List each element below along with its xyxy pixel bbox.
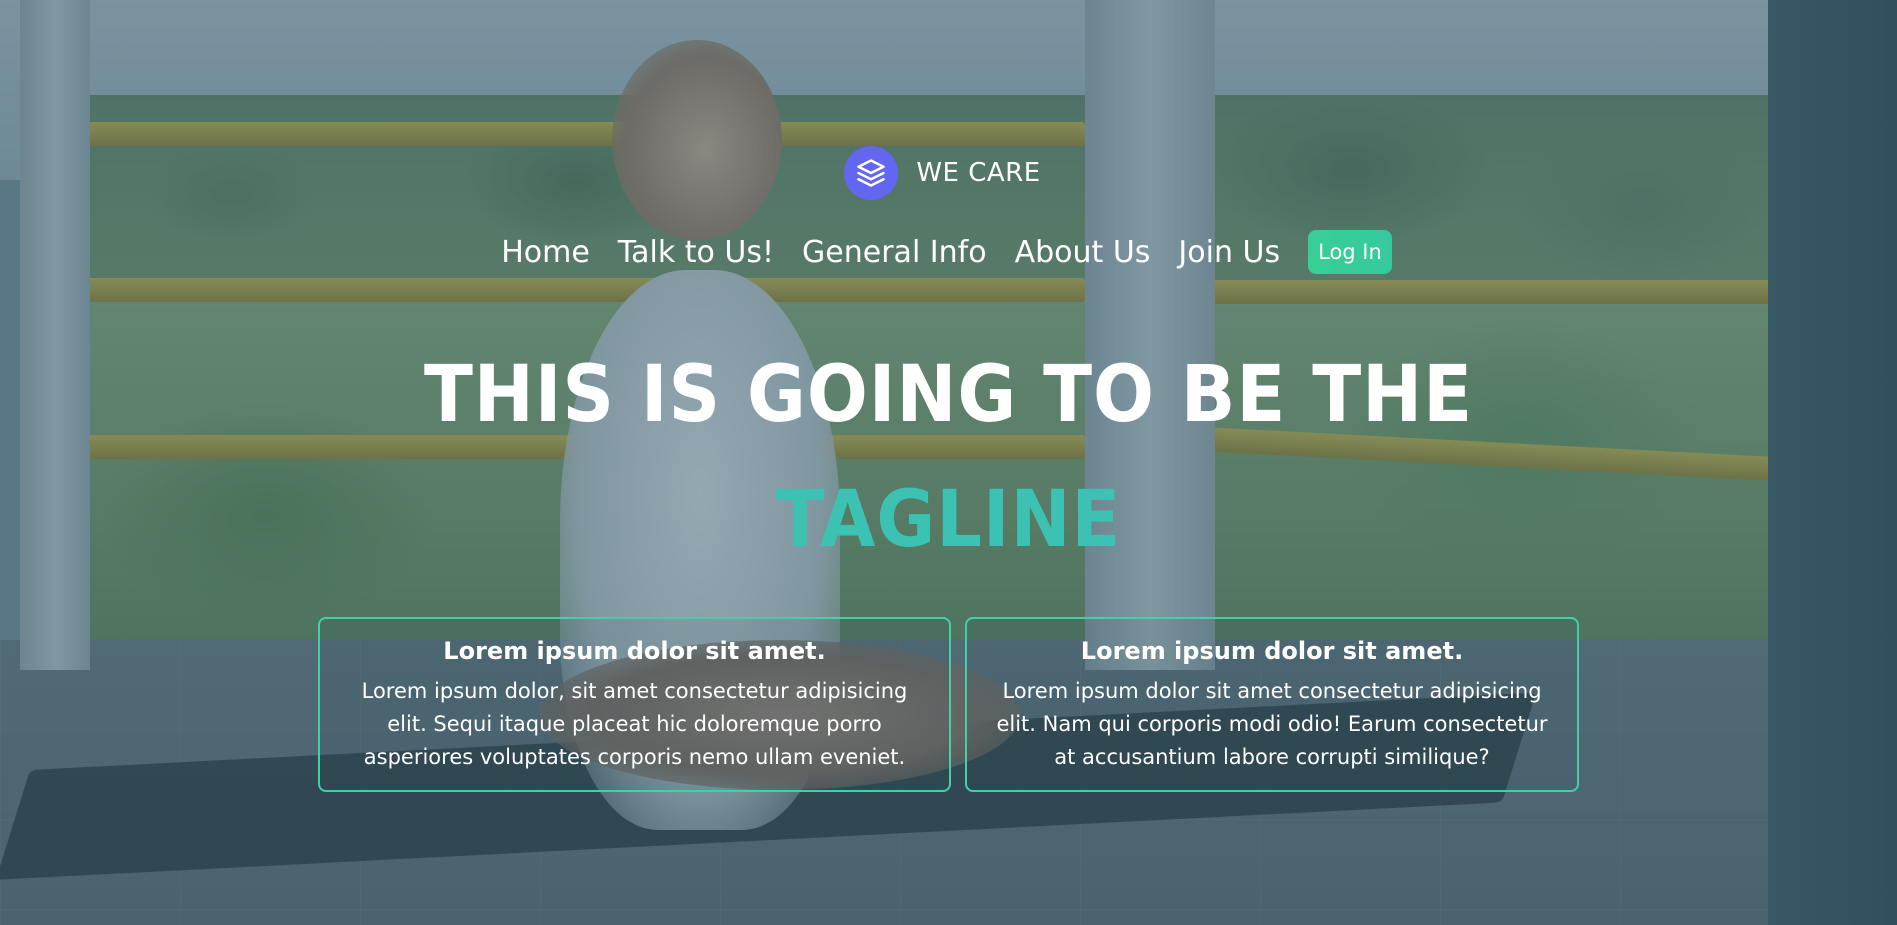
- feature-card-text: Lorem ipsum dolor, sit amet consectetur …: [361, 679, 908, 769]
- brand[interactable]: WE CARE: [0, 146, 1891, 200]
- feature-card-title: Lorem ipsum dolor sit amet.: [1080, 637, 1464, 665]
- nav-item-about-us[interactable]: About Us: [1015, 235, 1151, 270]
- login-button[interactable]: Log In: [1308, 230, 1392, 274]
- feature-card-title: Lorem ipsum dolor sit amet.: [443, 637, 826, 665]
- hero-tagline: TAGLINE: [775, 475, 1122, 565]
- nav-item-general-info[interactable]: General Info: [802, 235, 987, 270]
- feature-cards: Lorem ipsum dolor sit amet. Lorem ipsum …: [318, 617, 1579, 792]
- nav-item-talk-to-us[interactable]: Talk to Us!: [618, 235, 774, 270]
- nav-item-join-us[interactable]: Join Us: [1178, 235, 1280, 270]
- feature-card-text: Lorem ipsum dolor sit amet consectetur a…: [996, 679, 1548, 769]
- feature-card: Lorem ipsum dolor sit amet. Lorem ipsum …: [318, 617, 951, 792]
- nav-item-home[interactable]: Home: [501, 235, 590, 270]
- feature-card: Lorem ipsum dolor sit amet. Lorem ipsum …: [965, 617, 1579, 792]
- hero-headline: THIS IS GOING TO BE THE: [423, 350, 1474, 440]
- hero-section: WE CARE Home Talk to Us! General Info Ab…: [0, 0, 1897, 925]
- main-nav: Home Talk to Us! General Info About Us J…: [0, 230, 1895, 274]
- brand-name: WE CARE: [916, 158, 1041, 188]
- layers-icon: [844, 146, 899, 200]
